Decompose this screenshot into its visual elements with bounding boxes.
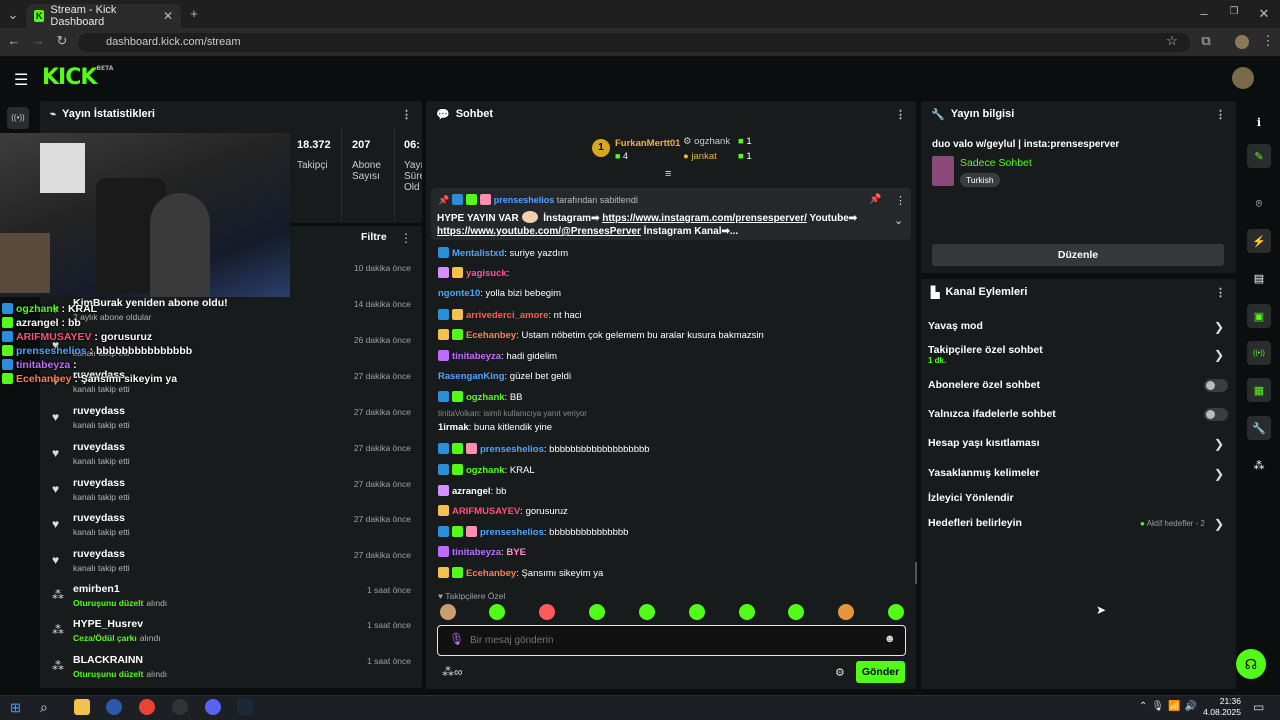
kick-points-icon[interactable]: ⁂∞ [442,665,463,679]
activity-detail: Ceza/Ödül çarkı alındı [73,633,161,643]
chevron-right-icon[interactable]: ❯ [1214,517,1224,531]
active-goals-label: ● Aktif hedefler - 2 [1140,519,1205,528]
notifications-icon[interactable]: ▭ [1253,700,1264,714]
points-icon[interactable]: ⁂ [1247,453,1271,477]
steam-icon[interactable] [237,699,253,715]
file-explorer-icon[interactable] [74,699,90,715]
wrench-icon[interactable]: 🔧 [1247,416,1271,440]
mouse-cursor-icon: ➤ [1096,603,1107,617]
chat-input[interactable] [470,632,870,649]
emote-icon[interactable] [689,604,705,620]
layout-icon[interactable]: ▦ [1247,378,1271,402]
search-icon[interactable]: ⌕ [40,699,48,716]
activity-time: 1 saat önce [367,656,411,666]
clock-date: 4.08.2025 [1203,707,1241,717]
clock-time: 21:36 [1219,696,1241,706]
info-icon[interactable]: ℹ [1247,110,1271,134]
reward-icon: ⁂ [52,659,64,673]
status-dot-icon: ● [1140,519,1147,528]
emoji-picker-icon[interactable]: ☻ [884,633,896,645]
activity-sub: Ceza/Ödül çarkı [73,633,137,643]
discord-icon[interactable] [205,699,221,715]
channel-action-label: Hedefleri belirleyin [928,517,1022,529]
send-button[interactable]: Gönder [856,661,905,683]
app-icon[interactable] [106,699,122,715]
active-goals-text: Aktif hedefler - 2 [1146,519,1205,528]
emote-icon[interactable] [788,604,804,620]
windows-start-icon[interactable]: ⊞ [10,700,21,716]
emote-icon[interactable] [589,604,605,620]
document-icon[interactable]: ▤ [1247,266,1271,290]
emote-icon[interactable] [838,604,854,620]
activity-sub2: alındı [139,633,161,643]
chrome-icon[interactable] [139,699,155,715]
support-chat-icon[interactable]: ☊ [1236,649,1266,679]
emote-icon[interactable] [440,604,456,620]
right-toolbar: ℹ ✎ ⌾ ⚡ ▤ ▣ ((•)) ▦ 🔧 ⁂ [0,0,1280,480]
obs-icon[interactable] [172,699,188,715]
emote-icon[interactable] [639,604,655,620]
lightning-icon[interactable]: ⚡ [1247,229,1271,253]
activity-sub2: alındı [146,669,168,679]
broadcast-icon[interactable]: ((•)) [1247,341,1271,365]
activity-sub: Oturuşunu düzelt [73,669,144,679]
emote-icon[interactable] [888,604,904,620]
system-tray-icons[interactable]: ⌃🎙📶🔊 [1139,701,1201,712]
activity-user[interactable]: BLACKRAINN [73,654,143,666]
activity-row: ⁂ BLACKRAINN Oturuşunu düzelt alındı 1 saat … [40,653,423,689]
channel-action-label: İzleyici Yönlendir [928,492,1014,504]
emote-icon[interactable] [739,604,755,620]
channel-action-item[interactable]: Hedefleri belirleyin [928,517,1022,529]
chat-settings-icon[interactable]: ⚙ [835,666,845,679]
windows-taskbar [0,695,1280,720]
emote-icon[interactable] [539,604,555,620]
emote-icon[interactable] [489,604,505,620]
activity-detail: Oturuşunu düzelt alındı [73,669,167,679]
edit-icon[interactable]: ✎ [1247,144,1271,168]
chat-bubble-icon[interactable]: ▣ [1247,304,1271,328]
microphone-icon[interactable]: 🎙 [449,632,464,646]
camera-icon[interactable]: ⌾ [1247,192,1271,216]
channel-action-item[interactable]: İzleyici Yönlendir [928,492,1014,504]
